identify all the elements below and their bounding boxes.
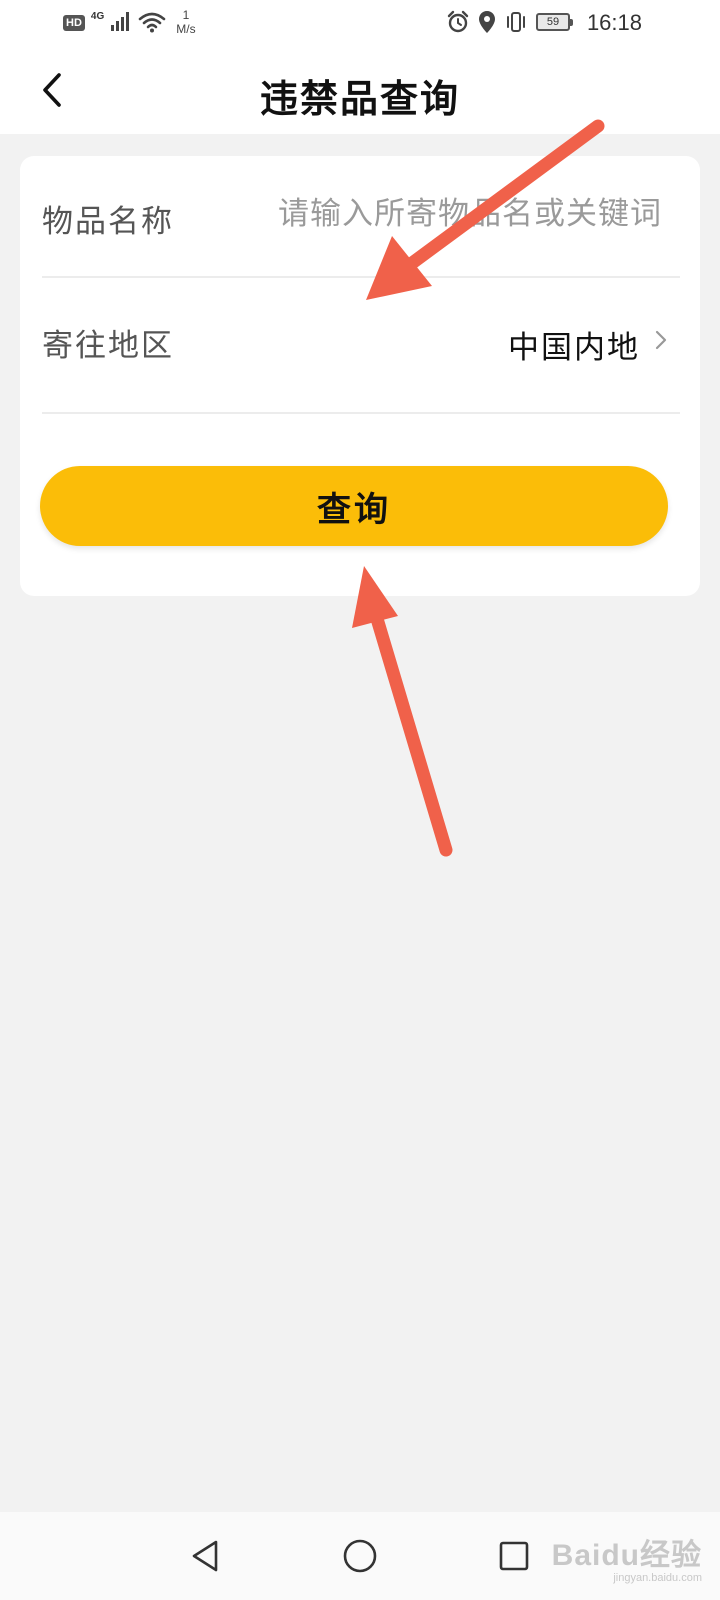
watermark-url: jingyan.baidu.com <box>613 1572 702 1584</box>
alarm-icon <box>447 10 469 33</box>
destination-region-row[interactable]: 寄往地区 中国内地 <box>42 280 680 414</box>
network-speed: 1 M/s <box>176 8 195 36</box>
chevron-right-icon <box>655 330 667 350</box>
nav-back-button[interactable] <box>180 1530 232 1582</box>
square-recents-icon <box>499 1541 529 1571</box>
wifi-icon <box>138 12 166 33</box>
arrow-to-button-icon <box>352 566 453 857</box>
region-label: 寄往地区 <box>42 328 174 364</box>
nav-home-button[interactable] <box>334 1530 386 1582</box>
status-left: HD 4G 1 M/s <box>63 8 196 36</box>
battery-indicator: 59 <box>536 13 573 31</box>
network-type: 4G <box>90 11 105 22</box>
watermark-brand: Baidu经验 <box>551 1539 702 1572</box>
item-name-label: 物品名称 <box>42 204 174 240</box>
item-name-row: 物品名称 <box>42 156 680 278</box>
circle-home-icon <box>343 1539 377 1573</box>
page-title: 违禁品查询 <box>259 76 460 121</box>
item-name-input[interactable] <box>262 188 662 240</box>
status-right: 59 <box>446 10 573 34</box>
speed-value: 1 <box>182 8 190 22</box>
triangle-back-icon <box>192 1540 218 1572</box>
status-bar: HD 4G 1 M/s 59 16:18 <box>0 0 720 50</box>
clock: 16:18 <box>586 10 642 35</box>
nav-recents-button[interactable] <box>488 1530 540 1582</box>
signal-icon <box>111 12 130 31</box>
vibrate-icon <box>507 12 525 32</box>
query-button[interactable]: 查询 <box>40 466 668 546</box>
speed-unit: M/s <box>176 22 196 36</box>
title-bar: 违禁品查询 <box>0 50 720 134</box>
query-form-card: 物品名称 寄往地区 中国内地 查询 <box>20 156 700 596</box>
region-value: 中国内地 <box>508 330 640 366</box>
location-icon <box>479 11 495 33</box>
baidu-watermark: Baidu经验 jingyan.baidu.com <box>552 1530 702 1584</box>
hd-badge: HD <box>63 15 85 31</box>
